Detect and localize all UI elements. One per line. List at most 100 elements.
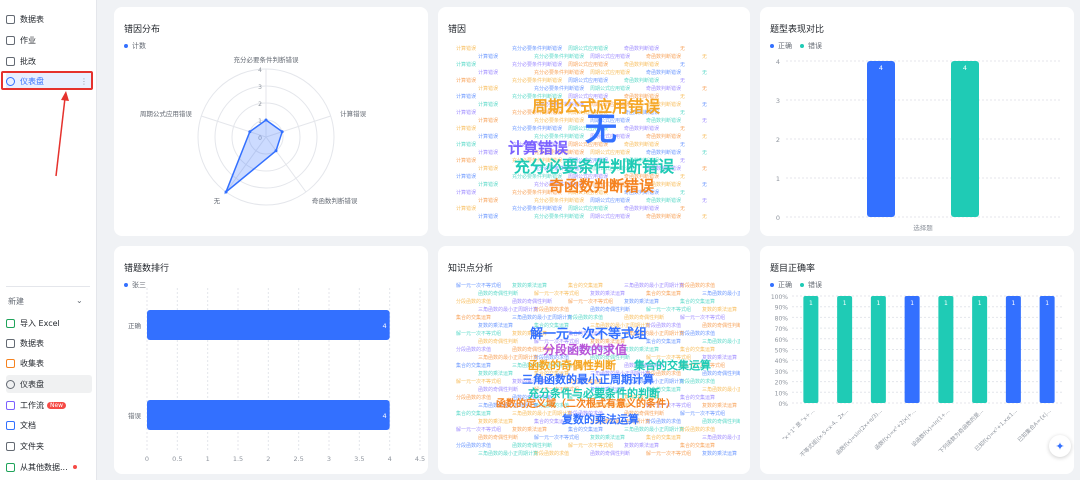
word-cloud-term: 计算错误 — [456, 190, 477, 196]
sidebar-item-import-excel[interactable]: 导入 Excel — [6, 314, 92, 332]
x-tick-label: 1 — [206, 455, 210, 463]
word-cloud-term: 集合的交集运算 — [646, 339, 682, 345]
word-cloud-term: 奇函数判断错误 — [624, 78, 660, 84]
bar — [867, 61, 895, 217]
word-cloud-term: 周期公式应用错误 — [590, 86, 631, 92]
word-cloud-term: 充分必要条件判断错误 — [512, 126, 563, 132]
word-cloud-term: 分段函数的求值 — [534, 307, 570, 313]
sidebar-item-label: 数据表 — [20, 338, 44, 348]
sidebar-item-collect-form[interactable]: 收集表 — [6, 354, 92, 372]
word-cloud-term: 解一元一次不等式组 — [646, 307, 692, 313]
x-tick-label: "x＋1" 是 "x＋... — [781, 407, 816, 442]
sidebar-item-workflow[interactable]: 工作流 New — [6, 396, 92, 414]
sidebar-item-new-dashboard[interactable]: 仪表盘 — [6, 375, 92, 393]
word-cloud-term: 计算错误 — [456, 62, 477, 68]
radar-tick-label: 3 — [258, 84, 262, 91]
word-cloud-term: 解一元一次不等式组 — [568, 443, 614, 449]
card-knowledge[interactable]: 知识点分析 解一元一次不等式组 复数的乘法运算 集合的交集运算 三角函数的最小正周期计… — [438, 246, 750, 474]
y-tick-label: 2 — [776, 136, 780, 144]
word-cloud-term: 集合的交集运算 — [680, 443, 716, 449]
bar-data-label: 1 — [1045, 300, 1049, 307]
horizontal-bar-chart: 0 0.5 1 1.5 2 2.5 3 3.5 4 4.5 4 正确 4 错误 — [128, 288, 425, 463]
card-error-distribution[interactable]: 错因分布 计数 01234充分必要条件判断错误计算错误奇函数判断错误无周期公式应… — [114, 7, 428, 236]
word-cloud-term: 三角函数的最小正周期计算 — [702, 387, 740, 393]
bar-segment — [837, 296, 853, 403]
word-cloud-term: 复数的乘法运算 — [590, 435, 626, 441]
word-cloud-term: 函数的奇偶性判断 — [478, 387, 519, 393]
word-cloud-term: 分段函数的求值 — [543, 343, 628, 357]
word-cloud-term: 复数的乘法运算 — [512, 427, 548, 433]
word-cloud-term: 无 — [702, 214, 708, 220]
word-cloud-term: 无 — [702, 182, 708, 188]
sidebar-item-label: 从其他数据... — [20, 462, 68, 472]
radar-series-area — [224, 119, 284, 195]
y-tick-label: 4 — [776, 58, 780, 66]
table-icon — [6, 56, 15, 66]
radar-point — [280, 130, 284, 134]
radar-category-label: 奇函数判断错误 — [312, 196, 358, 205]
import-icon — [6, 462, 15, 472]
word-cloud-term: 分段函数的求值 — [680, 379, 716, 385]
word-cloud-term: 函数的奇偶性判断 — [478, 291, 519, 297]
word-cloud-term: 解一元一次不等式组 — [646, 451, 692, 457]
bar-data-label: 4 — [383, 412, 387, 420]
table-icon — [6, 35, 15, 45]
word-cloud-term: 充分必要条件判断错误 — [534, 118, 585, 124]
word-cloud-term: 无 — [702, 134, 708, 140]
sparkle-icon[interactable]: ✦ — [1049, 435, 1071, 457]
radar-category-label: 无 — [214, 197, 221, 205]
word-cloud-term: 奇函数判断错误 — [646, 198, 682, 204]
form-icon — [6, 358, 15, 368]
sidebar-item-label: 文档 — [20, 420, 36, 430]
word-cloud-term: 充分必要条件判断错误 — [534, 54, 585, 60]
word-cloud-term: 复数的乘法运算 — [624, 443, 660, 449]
word-cloud-term: 无 — [680, 142, 686, 148]
sidebar-item-folder[interactable]: 文件夹 — [6, 437, 92, 455]
x-tick-label: 3.5 — [354, 455, 364, 463]
word-cloud-term: 计算错误 — [478, 150, 499, 156]
card-type-compare[interactable]: 题型表现对比 正确 错误 0 1 2 3 4 4 4 选择题 — [760, 7, 1074, 236]
word-cloud-term: 计算错误 — [508, 139, 569, 157]
word-cloud-term: 计算错误 — [456, 206, 477, 212]
sidebar-item-grading[interactable]: 批改 — [6, 52, 92, 70]
word-cloud-term: 周期公式应用错误 — [568, 62, 609, 68]
card-error-cloud[interactable]: 错因 计算错误 充分必要条件判断错误 周期公式应用错误 奇函数判断错误无计算错误 充分必… — [438, 7, 750, 236]
folder-icon — [6, 441, 15, 451]
radar-category-label: 充分必要条件判断错误 — [234, 55, 300, 64]
sidebar-item-label: 文件夹 — [20, 441, 44, 451]
word-cloud-term: 解一元一次不等式组 — [530, 327, 648, 342]
word-cloud-term: 计算错误 — [456, 46, 477, 52]
radar-point — [264, 118, 268, 122]
sidebar-item-datatable[interactable]: 数据表 — [6, 10, 92, 28]
y-tick-label: 20% — [775, 380, 789, 387]
sidebar-item-homework[interactable]: 作业 — [6, 31, 92, 49]
word-cloud-term: 奇函数判断错误 — [624, 206, 660, 212]
word-cloud-term: 计算错误 — [478, 182, 499, 188]
word-cloud-term: 解一元一次不等式组 — [534, 291, 580, 297]
card-accuracy[interactable]: 题目正确率 正确 错误 0% 10% 20% 30% 40% 50% 60% 70% 80% 90… — [760, 246, 1074, 474]
card-error-rank[interactable]: 错题数排行 张三 0 0.5 1 1.5 2 2.5 3 3.5 4 4.5 4 正确 4 错误 — [114, 246, 428, 474]
sidebar-item-doc[interactable]: 文档 — [6, 416, 92, 434]
word-cloud-term: 计算错误 — [456, 174, 477, 180]
sidebar-item-new-datatable[interactable]: 数据表 — [6, 334, 92, 352]
new-section-header[interactable]: 新建 ⌄ — [8, 296, 88, 307]
word-cloud-term: 函数的奇偶性判断 — [528, 359, 616, 372]
word-cloud-term: 周期公式应用错误 — [590, 150, 631, 156]
bar-data-label: 4 — [879, 64, 883, 72]
bar-segment — [870, 296, 886, 403]
word-cloud-term: 计算错误 — [456, 158, 477, 164]
sidebar-item-other-source[interactable]: 从其他数据... — [6, 458, 92, 476]
word-cloud: 解一元一次不等式组 复数的乘法运算 集合的交集运算 三角函数的最小正周期计算 分段函数的… — [448, 280, 740, 468]
sidebar-item-label: 批改 — [20, 56, 36, 66]
sidebar-item-label: 作业 — [20, 35, 36, 45]
word-cloud-term: 解一元一次不等式组 — [680, 315, 726, 321]
word-cloud-term: 复数的乘法运算 — [702, 403, 738, 409]
word-cloud-term: 奇函数判断错误 — [646, 118, 682, 124]
word-cloud-term: 集合的交集运算 — [568, 427, 604, 433]
table-icon — [6, 338, 15, 348]
x-tick-label: 2.5 — [293, 455, 303, 463]
word-cloud-term: 分段函数的求值 — [456, 443, 492, 449]
more-icon[interactable]: ⋮ — [80, 77, 88, 86]
y-tick-label: 错误 — [128, 411, 142, 420]
new-badge: New — [47, 401, 67, 409]
